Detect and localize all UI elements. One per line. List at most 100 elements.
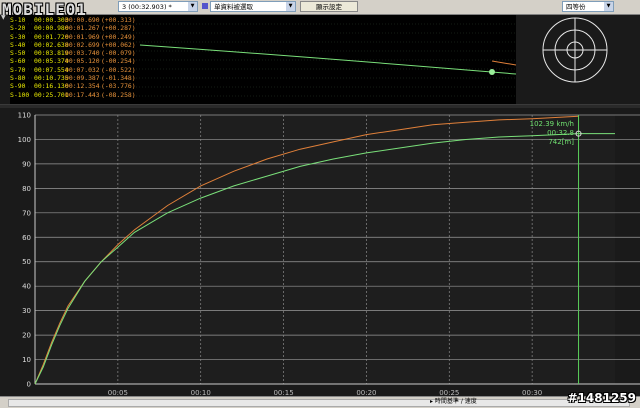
- split-time: 00:25.701: [34, 90, 69, 99]
- y-tick-label: 80: [22, 185, 31, 193]
- x-tick-label: 00:25: [439, 389, 459, 395]
- split-diff: (-00.079): [101, 49, 136, 58]
- y-tick-label: 10: [22, 356, 31, 364]
- split-compare: 00:01.267: [65, 24, 100, 33]
- readout-speed: 102.39 km/h: [529, 120, 574, 128]
- split-diff: (-08.258): [101, 90, 136, 99]
- split-time: 00:02.638: [34, 40, 69, 49]
- split-select[interactable]: 四等份 ▼: [562, 1, 614, 12]
- split-label: S-100: [10, 90, 30, 99]
- split-compare: 00:01.969: [65, 32, 100, 41]
- overview-green-line: [139, 44, 516, 75]
- split-time: 00:05.374: [34, 57, 69, 66]
- split-row: S-90 00:16.13000:12.354(-03.776): [10, 82, 136, 90]
- split-diff: (+00.287): [101, 24, 136, 33]
- split-label: S-40: [10, 40, 26, 49]
- split-compare: 00:09.387: [65, 74, 100, 83]
- split-compare: 00:02.699: [65, 40, 100, 49]
- split-time: 00:10.735: [34, 74, 69, 83]
- split-time: 00:03.819: [34, 49, 69, 58]
- split-compare: 00:12.354: [65, 82, 100, 91]
- y-tick-label: 100: [18, 136, 31, 144]
- split-times-panel: S-10 00:00.30300:00.690(+00.313) S-20 00:00…: [10, 15, 516, 104]
- display-settings-label: 顯示設定: [316, 3, 342, 11]
- chevron-down-icon[interactable]: ▼: [604, 2, 613, 11]
- y-tick-label: 40: [22, 283, 31, 291]
- y-tick-label: 30: [22, 307, 31, 315]
- y-tick-label: 110: [18, 112, 31, 120]
- split-diff: (-00.522): [101, 65, 136, 74]
- split-diff: (+00.313): [101, 16, 136, 24]
- split-row: S-40 00:02.63800:02.699(+00.062): [10, 41, 136, 49]
- y-tick-label: 60: [22, 234, 31, 242]
- axis-mode-text: 時間基準 / 速度: [434, 398, 477, 405]
- y-tick-label: 70: [22, 209, 31, 217]
- data-color-icon: [202, 3, 208, 9]
- x-tick-label: 00:05: [108, 389, 128, 395]
- split-compare: 00:00.690: [65, 16, 100, 24]
- split-row: S-80 00:10.73500:09.387(-01.348): [10, 74, 136, 82]
- y-tick-label: 90: [22, 160, 31, 168]
- split-time: 00:00.303: [34, 16, 69, 24]
- data-select-value: 单資料被選取: [214, 3, 253, 11]
- split-label: S-70: [10, 65, 26, 74]
- gforce-circle-icon: [542, 17, 608, 83]
- split-label: S-10: [10, 16, 26, 24]
- split-time: 00:16.130: [34, 82, 69, 91]
- split-label: S-50: [10, 49, 26, 58]
- watermark-text: #1481259: [567, 391, 636, 405]
- session-select[interactable]: 3 (00:32.903) * ▼: [118, 1, 198, 12]
- collapse-icon[interactable]: ▼: [1, 15, 7, 21]
- split-compare: 00:03.740: [65, 49, 100, 58]
- plot-area: [35, 115, 615, 384]
- split-diff: (+00.249): [101, 32, 136, 41]
- cursor-readout: 102.39 km/h 00:32.8 742[m]: [512, 120, 574, 147]
- horizontal-scrollbar[interactable]: [8, 399, 630, 407]
- x-tick-label: 00:20: [356, 389, 376, 395]
- split-label: S-90: [10, 82, 26, 91]
- split-time: 00:00.980: [34, 24, 69, 33]
- status-bar: ▸ 時間基準 / 速度: [0, 396, 640, 408]
- y-tick-label: 50: [22, 258, 31, 266]
- readout-distance: 742[m]: [548, 138, 574, 146]
- split-compare: 00:07.032: [65, 65, 100, 74]
- split-label: S-20: [10, 24, 26, 33]
- session-select-value: 3 (00:32.903) *: [122, 3, 172, 11]
- readout-time: 00:32.8: [547, 129, 574, 137]
- chevron-down-icon[interactable]: ▼: [188, 2, 197, 11]
- split-label: S-80: [10, 74, 26, 83]
- split-diff: (-03.776): [101, 82, 136, 91]
- split-row: S-20 00:00.98000:01.267(+00.287): [10, 24, 136, 32]
- watermark: #1481259: [567, 391, 636, 405]
- split-label: S-60: [10, 57, 26, 66]
- x-tick-label: 00:30: [522, 389, 542, 395]
- x-tick-label: 00:15: [273, 389, 293, 395]
- split-label: S-30: [10, 32, 26, 41]
- toolbar: 3 (00:32.903) * ▼ 单資料被選取 ▼ 顯示設定 四等份 ▼: [0, 0, 640, 15]
- split-compare: 00:17.443: [65, 90, 100, 99]
- split-compare: 00:05.120: [65, 57, 100, 66]
- split-row: S-10 00:00.30300:00.690(+00.313): [10, 16, 136, 24]
- split-row: S-30 00:01.72000:01.969(+00.249): [10, 33, 136, 41]
- split-row: S-50 00:03.81900:03.740(-00.079): [10, 49, 136, 57]
- axis-mode-label[interactable]: ▸ 時間基準 / 速度: [430, 397, 477, 407]
- split-list: S-10 00:00.30300:00.690(+00.313) S-20 00:00…: [10, 16, 136, 99]
- split-diff: (+00.062): [101, 40, 136, 49]
- data-select[interactable]: 单資料被選取 ▼: [210, 1, 296, 12]
- x-tick-label: 00:10: [191, 389, 211, 395]
- chevron-down-icon[interactable]: ▼: [286, 2, 295, 11]
- y-tick-label: 20: [22, 332, 31, 340]
- speed-chart[interactable]: 0 10 20 30 40 50 60 70 80 90 100 110 00:05 00:10 00:15…: [0, 107, 640, 395]
- overview-orange-line: [491, 60, 516, 66]
- split-time: 00:01.720: [34, 32, 69, 41]
- display-settings-button[interactable]: 顯示設定: [300, 1, 358, 12]
- split-row: S-100 00:25.70100:17.443(-08.258): [10, 91, 136, 99]
- split-time: 00:07.554: [34, 65, 69, 74]
- overview-marker: [489, 69, 495, 75]
- split-diff: (-00.254): [101, 57, 136, 66]
- y-tick-label: 0: [27, 381, 31, 389]
- split-diff: (-01.348): [101, 74, 136, 83]
- split-select-value: 四等份: [566, 3, 586, 11]
- split-row: S-60 00:05.37400:05.120(-00.254): [10, 57, 136, 65]
- split-row: S-70 00:07.55400:07.032(-00.522): [10, 66, 136, 74]
